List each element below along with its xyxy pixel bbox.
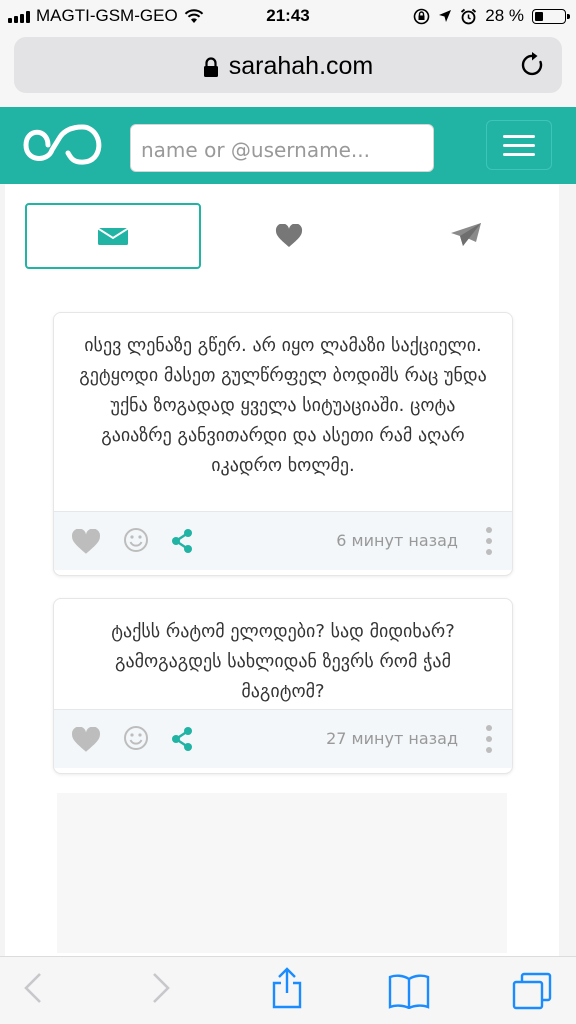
message-timestamp: 27 минут назад <box>326 729 458 748</box>
message-tabs <box>5 184 559 284</box>
browser-toolbar: sarahah.com <box>0 32 576 107</box>
battery-icon <box>532 8 570 24</box>
message-timestamp: 6 минут назад <box>336 531 458 550</box>
location-icon <box>439 10 452 22</box>
tabs-icon[interactable] <box>512 972 552 1010</box>
share-sheet-icon[interactable] <box>271 967 303 1009</box>
back-icon[interactable] <box>22 971 44 1005</box>
sarahah-logo-icon[interactable] <box>22 123 106 167</box>
address-bar[interactable]: sarahah.com <box>14 37 562 93</box>
more-options-icon[interactable] <box>486 527 492 560</box>
tab-sent-paper-plane-icon[interactable] <box>450 222 482 248</box>
battery-percent: 28 % <box>485 6 524 25</box>
reload-icon[interactable] <box>520 51 546 79</box>
message-actions: 27 минут назад <box>54 709 512 768</box>
alarm-icon <box>461 8 477 24</box>
envelope-icon <box>98 227 128 245</box>
url-text: sarahah.com <box>228 52 374 80</box>
forward-icon[interactable] <box>150 971 172 1005</box>
message-actions: 6 минут назад <box>54 511 512 570</box>
tab-inbox[interactable] <box>25 203 201 269</box>
share-icon[interactable] <box>170 528 194 554</box>
hamburger-menu-icon[interactable] <box>486 120 552 170</box>
smiley-icon[interactable] <box>123 725 149 751</box>
status-bar: MAGTI-GSM-GEO 21:43 28 % <box>0 0 576 32</box>
loading-placeholder <box>57 793 507 953</box>
heart-icon[interactable] <box>71 727 101 753</box>
tab-favorites-heart-icon[interactable] <box>275 224 303 248</box>
search-input[interactable]: name or @username... <box>130 124 434 172</box>
more-options-icon[interactable] <box>486 725 492 758</box>
smiley-icon[interactable] <box>123 527 149 553</box>
lock-icon <box>203 57 218 77</box>
message-card: ისევ ლენაზე გწერ. არ იყო ლამაზი საქციელი… <box>53 312 513 576</box>
bookmarks-icon[interactable] <box>388 973 430 1009</box>
message-card: ტაქსს რატომ ელოდები? სად მიდიხარ? გამოგა… <box>53 598 513 774</box>
site-navbar: name or @username... <box>0 107 576 184</box>
message-text: ტაქსს რატომ ელოდები? სად მიდიხარ? გამოგა… <box>111 621 455 702</box>
message-text: ისევ ლენაზე გწერ. არ იყო ლამაზი საქციელი… <box>79 335 487 476</box>
share-icon[interactable] <box>170 726 194 752</box>
rotation-lock-icon <box>413 8 430 24</box>
browser-bottom-toolbar <box>0 956 576 1024</box>
heart-icon[interactable] <box>71 529 101 555</box>
